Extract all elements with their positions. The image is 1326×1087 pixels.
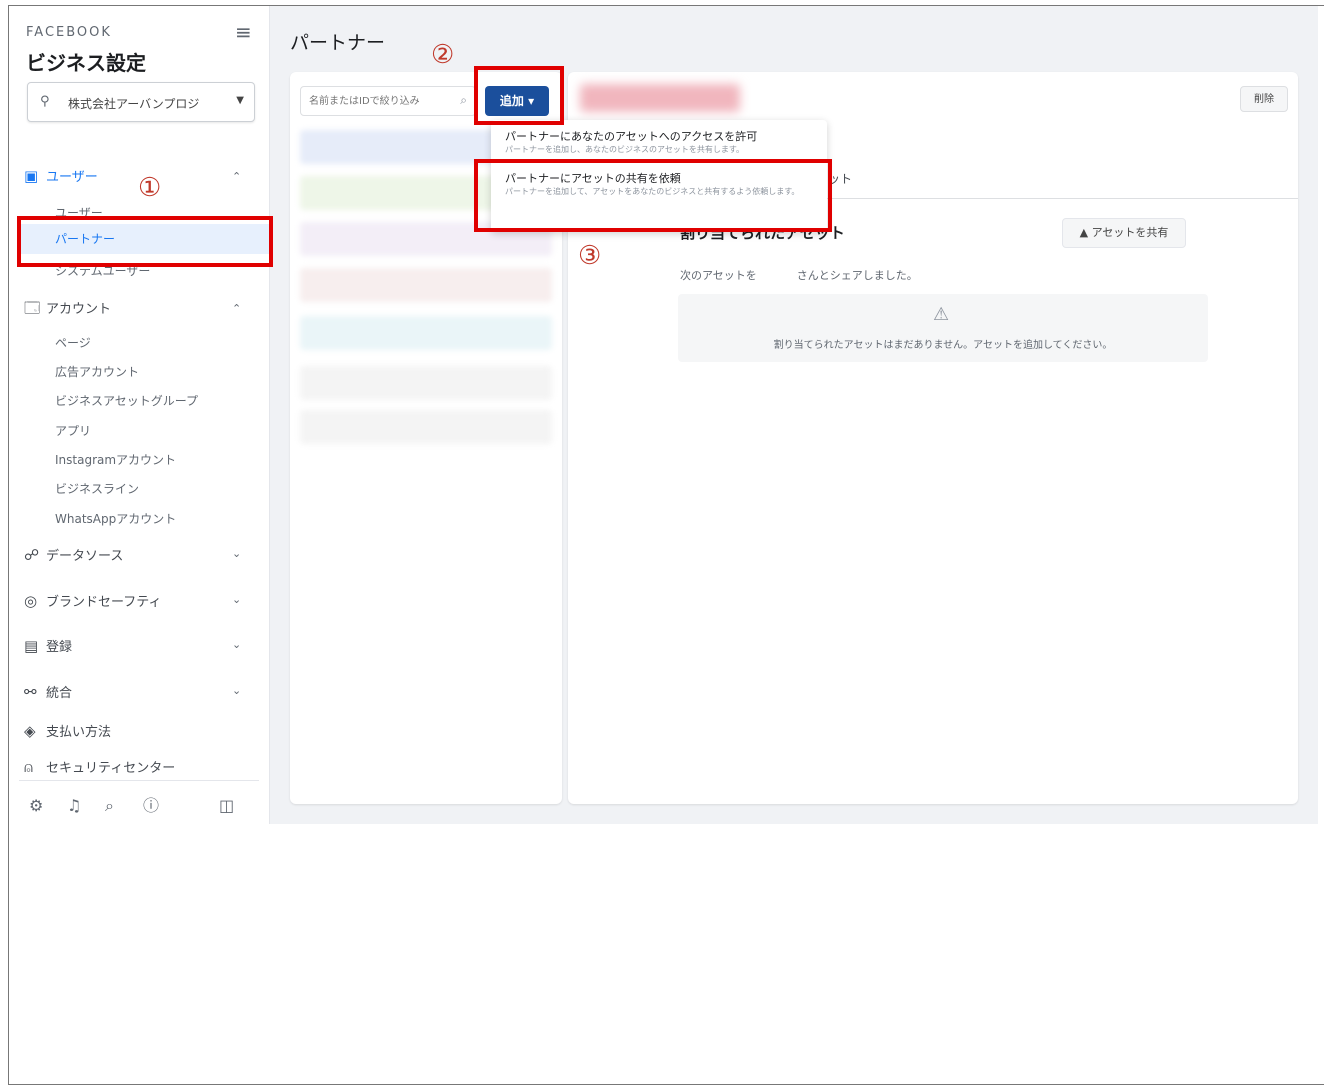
annotation-number-2: ② <box>431 40 455 70</box>
nav-registration[interactable]: ▤ 登録 <box>24 636 72 655</box>
business-selector[interactable]: ⚲ 株式会社アーバンプロジ ▼ <box>27 82 255 122</box>
shared-assets-text: 次のアセットを さんとシェアしました。 <box>680 267 918 283</box>
integrations-icon: ⚯ <box>24 683 37 701</box>
nav-security-center[interactable]: ⍝ セキュリティセンター <box>24 757 175 776</box>
list-item[interactable] <box>300 410 552 444</box>
lock-icon: ⍝ <box>24 758 34 776</box>
users-icon: ▣ <box>24 167 39 185</box>
sidebar-item-business-lines[interactable]: ビジネスライン <box>55 480 139 497</box>
sidebar-item-whatsapp[interactable]: WhatsAppアカウント <box>55 510 176 527</box>
menu-item-title: パートナーにあなたのアセットへのアクセスを許可 <box>505 130 758 143</box>
business-icon: ⚲ <box>40 94 50 109</box>
nav-data-sources-label: データソース <box>46 549 124 564</box>
nav-users-label: ユーザー <box>46 170 98 185</box>
empty-assets-message: 割り当てられたアセットはまだありません。アセットを追加してください。 <box>773 340 1113 351</box>
nav-brand-safety-label: ブランドセーフティ <box>46 595 162 610</box>
delete-button[interactable]: 削除 <box>1240 86 1288 112</box>
nav-integrations[interactable]: ⚯ 統合 <box>24 682 72 701</box>
menu-item-description: パートナーを追加し、あなたのビジネスのアセットを共有します。 <box>505 145 745 154</box>
store-icon: 🗔 <box>24 299 41 317</box>
nav-brand-safety[interactable]: ◎ ブランドセーフティ <box>24 591 161 610</box>
sidebar: FACEBOOK ビジネス設定 ≡ ⚲ 株式会社アーバンプロジ ▼ ▣ ユーザー … <box>9 6 270 824</box>
divider <box>19 780 259 781</box>
asset-icon: ⚠ <box>933 304 950 325</box>
chevron-down-icon[interactable]: ⌄ <box>232 547 241 560</box>
nav-payment-methods[interactable]: ◈ 支払い方法 <box>24 721 111 740</box>
sidebar-item-asset-groups[interactable]: ビジネスアセットグループ <box>55 392 198 409</box>
shared-text-suffix: さんとシェアしました。 <box>796 269 918 282</box>
chevron-up-icon[interactable]: ⌃ <box>232 170 241 183</box>
nav-accounts-label: アカウント <box>46 302 112 317</box>
search-icon[interactable]: ⌕ <box>105 796 143 816</box>
list-item[interactable] <box>300 316 552 350</box>
nav-data-sources[interactable]: ☍ データソース <box>24 545 123 564</box>
hamburger-menu-icon[interactable]: ≡ <box>235 20 252 44</box>
bell-icon[interactable]: ♫ <box>67 796 105 815</box>
page-title: パートナー <box>290 32 386 54</box>
page-edge <box>1318 6 1326 824</box>
shared-text-prefix: 次のアセットを <box>680 269 757 282</box>
sidebar-item-ad-accounts[interactable]: 広告アカウント <box>55 363 139 380</box>
list-item[interactable] <box>300 268 552 302</box>
share-asset-label: アセットを共有 <box>1091 226 1169 239</box>
data-sources-icon: ☍ <box>24 546 40 564</box>
partner-name-blurred <box>580 84 740 112</box>
share-icon: ▲ <box>1079 226 1092 239</box>
share-asset-button[interactable]: ▲ アセットを共有 <box>1062 218 1186 248</box>
nav-registration-label: 登録 <box>46 640 73 655</box>
gear-icon[interactable]: ⚙ <box>29 796 67 815</box>
help-icon[interactable]: ⓘ <box>143 792 181 816</box>
nav-integrations-label: 統合 <box>46 686 73 701</box>
search-icon: ⌕ <box>460 93 467 107</box>
list-item[interactable] <box>300 366 552 400</box>
sidebar-item-instagram[interactable]: Instagramアカウント <box>55 451 176 468</box>
sidebar-item-apps[interactable]: アプリ <box>55 422 91 439</box>
annotation-number-3: ③ <box>578 241 602 271</box>
annotation-number-1: ① <box>138 173 162 203</box>
payment-icon: ◈ <box>24 722 36 740</box>
chevron-up-icon[interactable]: ⌃ <box>232 302 241 315</box>
business-name: 株式会社アーバンプロジ <box>68 97 200 111</box>
annotation-box-2 <box>474 66 564 125</box>
sidebar-footer-icons: ⚙ ♫ ⌕ ⓘ ◫ <box>29 792 257 816</box>
chevron-down-icon[interactable]: ⌄ <box>232 638 241 651</box>
sidebar-title: ビジネス設定 <box>26 51 146 75</box>
clipboard-icon: ▤ <box>24 637 39 655</box>
brand-label: FACEBOOK <box>26 25 112 40</box>
annotation-box-1 <box>17 216 273 267</box>
panel-toggle-icon[interactable]: ◫ <box>219 796 257 815</box>
search-input[interactable] <box>307 87 451 115</box>
nav-security-center-label: セキュリティセンター <box>46 761 176 776</box>
nav-payment-methods-label: 支払い方法 <box>46 725 112 740</box>
nav-accounts[interactable]: 🗔 アカウント <box>24 298 111 323</box>
nav-users[interactable]: ▣ ユーザー <box>24 166 98 185</box>
search-field[interactable]: ⌕ <box>300 86 476 116</box>
annotation-box-3 <box>474 159 832 232</box>
menu-item-grant-access[interactable]: パートナーにあなたのアセットへのアクセスを許可 パートナーを追加し、あなたのビジ… <box>505 128 815 155</box>
sidebar-item-pages[interactable]: ページ <box>55 334 91 351</box>
business-settings-app: FACEBOOK ビジネス設定 ≡ ⚲ 株式会社アーバンプロジ ▼ ▣ ユーザー … <box>9 6 1326 824</box>
shield-icon: ◎ <box>24 592 38 610</box>
chevron-down-icon[interactable]: ⌄ <box>232 593 241 606</box>
chevron-down-icon[interactable]: ⌄ <box>232 684 241 697</box>
empty-assets-box: ⚠ 割り当てられたアセットはまだありません。アセットを追加してください。 <box>678 294 1208 362</box>
chevron-down-icon: ▼ <box>236 95 244 106</box>
